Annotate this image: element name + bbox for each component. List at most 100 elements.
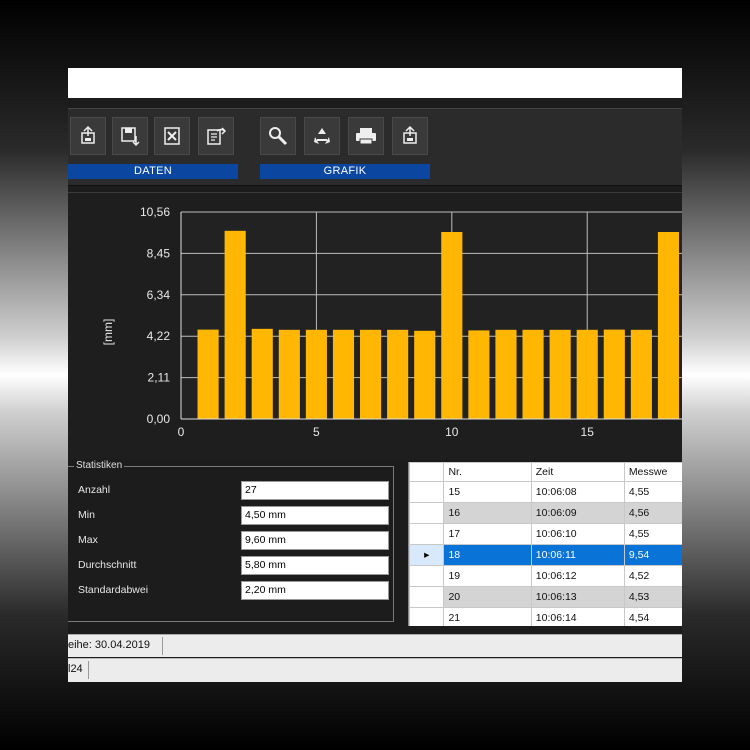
bar: [522, 329, 544, 419]
bottom-panel: Statistiken Anzahl 27 Min 4,50 mm Max 9,…: [68, 460, 682, 632]
stat-label: Durchschnitt: [78, 559, 137, 571]
statistics-legend: Statistiken: [74, 460, 125, 471]
status-separator: [162, 637, 163, 655]
row-header-corner: [409, 462, 445, 482]
cell-zeit: 10:06:11: [530, 544, 625, 566]
y-tick-label: 2,11: [148, 371, 171, 385]
cell-nr: 16: [443, 502, 532, 524]
stat-count-field[interactable]: 27: [241, 481, 389, 500]
excel-export-icon: [164, 127, 180, 145]
x-tick-label: 0: [178, 425, 185, 439]
cell-nr: 20: [443, 586, 532, 608]
row-header[interactable]: [409, 523, 445, 545]
table-row[interactable]: 21 10:06:14 4,54: [409, 607, 682, 626]
stat-row: Min 4,50 mm: [68, 506, 394, 526]
row-header[interactable]: [409, 607, 445, 626]
row-selected-marker-icon[interactable]: ▸: [409, 544, 445, 566]
table-row[interactable]: 16 10:06:09 4,56: [409, 502, 682, 524]
y-axis-label: [mm]: [101, 319, 115, 346]
cell-zeit: 10:06:09: [530, 502, 625, 524]
row-header[interactable]: [409, 481, 445, 503]
import-icon: [81, 125, 95, 144]
zoom-icon: [269, 127, 288, 146]
column-header-nr[interactable]: Nr.: [443, 462, 532, 482]
status-bar-bottom: l24: [68, 658, 682, 682]
stat-row: Max 9,60 mm: [68, 531, 394, 551]
print-button[interactable]: [348, 117, 384, 155]
zoom-button[interactable]: [260, 117, 296, 155]
bar: [549, 329, 571, 419]
row-header[interactable]: [409, 586, 445, 608]
y-tick-label: 0,00: [147, 412, 171, 426]
column-header-messwert[interactable]: Messwe: [623, 462, 682, 482]
stat-min-field[interactable]: 4,50 mm: [241, 506, 389, 525]
recycle-icon: [314, 128, 330, 144]
bar: [441, 231, 463, 419]
status-text: l24: [68, 663, 83, 675]
stat-label: Max: [78, 534, 98, 546]
table-row[interactable]: 15 10:06:08 4,55: [409, 481, 682, 503]
measurement-table[interactable]: Nr. Zeit Messwe 15 10:06:08 4,55 16 10:0…: [408, 462, 682, 626]
print-icon: [356, 128, 376, 145]
cell-nr: 21: [443, 607, 532, 626]
cell-messwert: 9,54: [623, 544, 682, 566]
stat-label: Min: [78, 509, 95, 521]
stat-row: Anzahl 27: [68, 481, 394, 501]
bar-chart: 0,00 2,11 4,22 6,34 8,45 10,56 0 5 10 15 [mm]: [101, 205, 682, 439]
cell-zeit: 10:06:08: [530, 481, 625, 503]
bar: [576, 329, 598, 419]
row-header[interactable]: [409, 502, 445, 524]
save-data-button[interactable]: [112, 117, 148, 155]
excel-export-button[interactable]: [154, 117, 190, 155]
stat-average-field[interactable]: 5,80 mm: [241, 556, 389, 575]
bar: [360, 329, 382, 419]
reset-button[interactable]: [304, 117, 340, 155]
cell-nr: 18: [443, 544, 532, 566]
table-row[interactable]: 19 10:06:12 4,52: [409, 565, 682, 587]
cell-zeit: 10:06:12: [530, 565, 625, 587]
export-data-button[interactable]: [198, 117, 234, 155]
bar: [630, 329, 652, 419]
stat-label: Standardabwei: [78, 584, 149, 596]
import-icon: [403, 125, 417, 144]
data-grid: Nr. Zeit Messwe 15 10:06:08 4,55 16 10:0…: [409, 462, 682, 626]
stat-max-field[interactable]: 9,60 mm: [241, 531, 389, 550]
table-row[interactable]: 17 10:06:10 4,55: [409, 523, 682, 545]
table-row[interactable]: 20 10:06:13 4,53: [409, 586, 682, 608]
cell-zeit: 10:06:13: [530, 586, 625, 608]
status-bar-top: eihe: 30.04.2019: [68, 634, 682, 657]
cell-nr: 17: [443, 523, 532, 545]
y-tick-label: 6,34: [147, 288, 171, 302]
group-daten: DATEN: [68, 164, 238, 179]
x-tick-label: 10: [445, 425, 459, 439]
stat-row: Durchschnitt 5,80 mm: [68, 556, 394, 576]
cell-messwert: 4,55: [623, 481, 682, 503]
stat-stddev-field[interactable]: 2,20 mm: [241, 581, 389, 600]
save-icon: [121, 127, 140, 147]
import-data-button[interactable]: [70, 117, 106, 155]
bar: [305, 329, 327, 419]
import-graphic-button[interactable]: [392, 117, 428, 155]
cell-messwert: 4,52: [623, 565, 682, 587]
chart-panel: 0,00 2,11 4,22 6,34 8,45 10,56 0 5 10 15 [mm]: [68, 192, 682, 459]
x-tick-label: 15: [581, 425, 595, 439]
title-bar: [68, 68, 682, 98]
row-header[interactable]: [409, 565, 445, 587]
cell-messwert: 4,55: [623, 523, 682, 545]
x-tick-label: 5: [313, 425, 320, 439]
statistics-group: Statistiken Anzahl 27 Min 4,50 mm Max 9,…: [68, 460, 394, 622]
bar: [332, 329, 355, 419]
bar: [387, 329, 409, 419]
bar: [603, 329, 625, 419]
stat-row: Standardabwei 2,20 mm: [68, 581, 394, 601]
cell-messwert: 4,54: [623, 607, 682, 626]
table-row-selected[interactable]: ▸ 18 10:06:11 9,54: [409, 544, 682, 566]
bar: [224, 230, 246, 419]
bar: [468, 330, 490, 419]
cell-nr: 19: [443, 565, 532, 587]
bar: [278, 329, 300, 419]
column-header-zeit[interactable]: Zeit: [530, 462, 625, 482]
bar: [251, 328, 273, 419]
table-header-row: Nr. Zeit Messwe: [409, 462, 682, 482]
toolbar: DATEN GRAFIK: [68, 108, 682, 186]
